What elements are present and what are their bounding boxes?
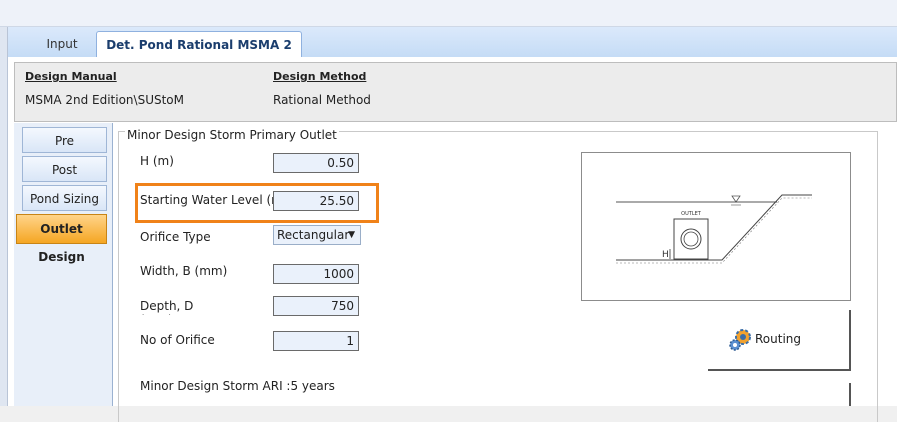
- group-title: Minor Design Storm Primary Outlet: [125, 128, 339, 142]
- starting-water-level-field[interactable]: 25.50: [273, 191, 359, 211]
- outlet-structure: [673, 218, 709, 260]
- orifice-type-value: Rectangular: [277, 228, 350, 242]
- routing-button[interactable]: Routing: [708, 310, 851, 371]
- gear-icon: [729, 329, 751, 351]
- design-manual-label: Design Manual: [25, 70, 117, 83]
- second-button-edge: [849, 383, 851, 406]
- width-field[interactable]: 1000: [273, 264, 359, 284]
- design-method-value: Rational Method: [273, 93, 371, 107]
- tab-input[interactable]: Input: [22, 31, 102, 57]
- water-level-icon: [731, 195, 741, 203]
- document-tab-bar: Input Det. Pond Rational MSMA 2: [8, 27, 897, 58]
- side-tab-pond-sizing[interactable]: Pond Sizing: [22, 185, 107, 211]
- orifice-type-select[interactable]: Rectangular ▼: [273, 225, 361, 245]
- no-of-orifice-label: No of Orifice: [140, 333, 215, 347]
- main-panel: Design Manual MSMA 2nd Edition\SUStoM De…: [8, 57, 897, 422]
- outlet-diagram: OUTLET H: [581, 152, 851, 301]
- no-of-orifice-field[interactable]: 1: [273, 331, 359, 351]
- outlet-text: OUTLET: [681, 211, 702, 217]
- side-tab-outlet-design[interactable]: Outlet Design: [16, 214, 107, 264]
- design-manual-value: MSMA 2nd Edition\SUStoM: [25, 93, 184, 107]
- depth-label: Depth, D (mm): [140, 299, 194, 315]
- design-info-header: Design Manual MSMA 2nd Edition\SUStoM De…: [14, 62, 897, 122]
- chevron-down-icon: ▼: [348, 230, 355, 240]
- side-tab-pre[interactable]: Pre: [22, 127, 107, 153]
- h-diagram-text: H: [662, 250, 669, 260]
- depth-field[interactable]: 750: [273, 296, 359, 316]
- side-tab-strip: Pre Post Pond Sizing Outlet Design: [14, 123, 113, 406]
- h-field[interactable]: 0.50: [273, 153, 359, 173]
- side-tab-post[interactable]: Post: [22, 156, 107, 182]
- outlet-diagram-svg: OUTLET H: [616, 194, 812, 264]
- minor-storm-ari-label: Minor Design Storm ARI :5 years: [140, 379, 335, 393]
- starting-water-level-label: Starting Water Level (m): [140, 193, 288, 207]
- left-rail: [0, 27, 8, 406]
- width-label: Width, B (mm): [140, 264, 228, 278]
- orifice-type-label: Orifice Type: [140, 230, 211, 244]
- h-label: H (m): [140, 154, 174, 168]
- routing-label: Routing: [755, 332, 802, 346]
- design-method-label: Design Method: [273, 70, 367, 83]
- window-top-strip: [0, 0, 897, 27]
- tab-det-pond-rational[interactable]: Det. Pond Rational MSMA 2: [96, 31, 302, 58]
